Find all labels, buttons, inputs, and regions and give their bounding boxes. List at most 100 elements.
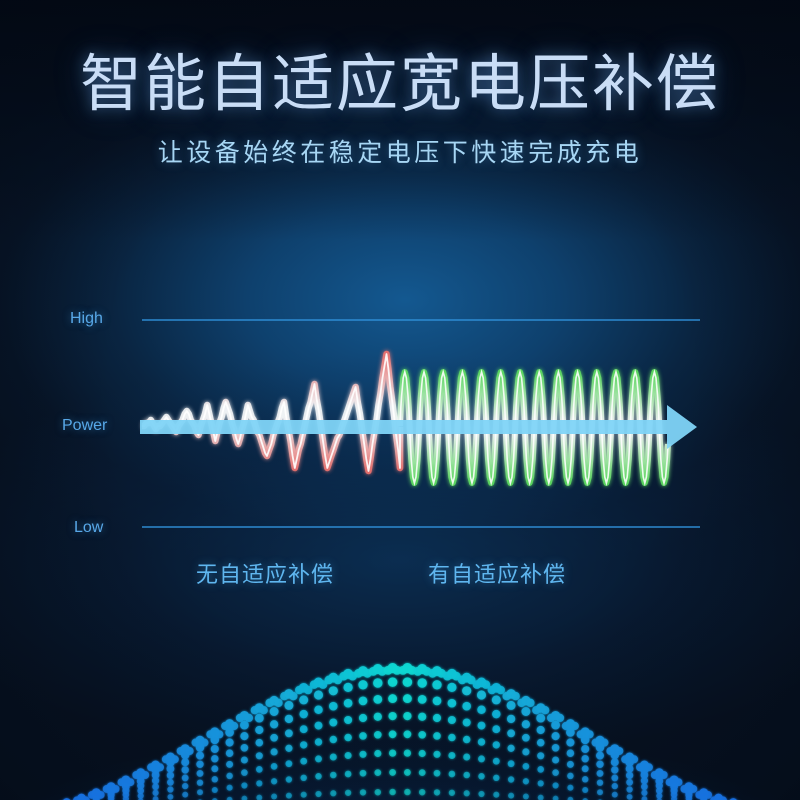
- power-axis-bar: [140, 420, 667, 434]
- decor-dot: [551, 720, 560, 730]
- decor-dot: [581, 744, 590, 754]
- decor-dot: [299, 695, 309, 705]
- decor-dot: [596, 769, 604, 777]
- axis-tick-power: Power: [62, 417, 108, 434]
- decor-dot: [270, 763, 278, 770]
- decor-dot: [284, 714, 294, 724]
- decor-dot: [463, 790, 470, 797]
- decor-dot: [244, 713, 254, 723]
- decor-dot: [417, 694, 427, 704]
- decor-dot: [581, 776, 589, 783]
- decor-dot: [511, 691, 520, 701]
- decor-dot: [478, 790, 485, 798]
- decor-dot: [566, 738, 575, 747]
- power-axis-arrowhead: [667, 405, 697, 449]
- decor-dot: [196, 789, 204, 796]
- decor-dot: [536, 725, 545, 735]
- decor-dot: [167, 793, 174, 800]
- decor-dot: [432, 713, 442, 723]
- decor-dot: [537, 780, 544, 787]
- decor-dot: [448, 789, 456, 796]
- decor-dot: [418, 749, 426, 758]
- decor-dot: [537, 766, 545, 773]
- decor-dot: [526, 698, 535, 708]
- axis-tick-high: High: [70, 310, 103, 327]
- decor-dot: [344, 715, 353, 725]
- decor-dot: [641, 783, 648, 791]
- decor-dot: [403, 730, 412, 739]
- unstable-wave-path: [140, 350, 404, 475]
- decor-dot: [166, 764, 175, 773]
- decor-dot: [330, 771, 337, 779]
- decor-dot: [387, 677, 398, 687]
- decor-dot: [477, 738, 486, 746]
- decor-dot: [299, 709, 308, 719]
- decor-dot: [551, 732, 560, 741]
- decor-dot: [552, 795, 559, 800]
- decor-dot: [536, 738, 545, 747]
- decor-dot: [373, 694, 383, 704]
- decor-dot: [240, 743, 249, 752]
- decor-dot: [255, 766, 263, 773]
- decor-dot: [552, 769, 559, 776]
- decor-dot: [402, 677, 413, 687]
- decor-dot: [433, 769, 441, 777]
- decor-dot: [462, 718, 471, 727]
- decor-dot: [463, 771, 471, 779]
- decor-dot: [210, 744, 219, 754]
- decor-dot: [477, 721, 486, 730]
- decor-dot: [167, 786, 174, 793]
- decor-dot: [640, 777, 649, 785]
- decor-dot: [507, 776, 515, 783]
- decor-dot: [403, 749, 412, 757]
- decor-dot: [403, 711, 412, 721]
- decor-dot: [284, 700, 294, 710]
- promo-banner: 智能自适应宽电压补偿 让设备始终在稳定电压下快速完成充电 High Power …: [0, 0, 800, 800]
- decor-dot: [626, 793, 633, 800]
- decor-dot: [567, 784, 574, 791]
- decor-dot: [433, 750, 441, 758]
- decor-dot: [182, 782, 189, 790]
- decor-dot: [211, 765, 219, 773]
- decor-dot: [210, 735, 220, 745]
- decor-dot: [521, 720, 531, 729]
- caption-no-compensation: 无自适应补偿: [196, 562, 335, 587]
- decor-dot: [476, 690, 487, 700]
- decor-dot: [373, 730, 382, 739]
- decor-dot: [358, 680, 368, 690]
- decor-dot: [315, 755, 322, 763]
- decor-dot: [418, 769, 426, 777]
- decor-dot: [581, 754, 589, 763]
- decor-dot: [595, 743, 605, 752]
- decor-dot: [374, 788, 382, 796]
- decor-dot: [314, 721, 323, 730]
- decor-dot: [388, 749, 397, 757]
- decor-dot: [447, 715, 456, 725]
- decor-dot: [388, 730, 397, 739]
- decor-dot: [433, 789, 441, 796]
- decor-dot: [566, 728, 575, 737]
- decor-dot: [537, 794, 544, 800]
- decor-dot: [255, 725, 264, 735]
- decor-dot: [344, 789, 352, 796]
- decor-dot: [181, 766, 189, 774]
- decor-dot: [418, 712, 427, 721]
- decor-dot: [418, 730, 427, 739]
- decor-dot: [285, 776, 293, 783]
- decor-dot: [152, 783, 159, 791]
- decor-dot: [274, 698, 283, 708]
- decor-dot: [254, 713, 264, 723]
- decor-dot: [493, 774, 500, 782]
- decor-dot: [596, 779, 604, 786]
- decor-dot: [641, 789, 648, 796]
- decor-dot: [537, 752, 545, 760]
- decor-dot: [255, 738, 264, 747]
- decor-dot: [256, 780, 263, 787]
- decor-dot: [225, 749, 234, 757]
- decor-dot: [611, 791, 618, 798]
- decor-dot: [359, 769, 367, 777]
- decor-dot: [359, 732, 367, 740]
- decor-dot: [552, 756, 560, 764]
- decor-dot: [625, 771, 634, 780]
- decor-dot: [536, 713, 546, 723]
